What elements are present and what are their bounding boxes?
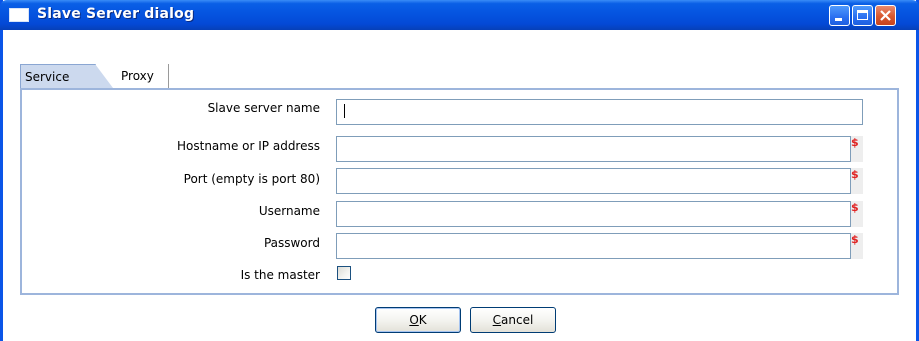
maximize-icon (857, 10, 868, 20)
port-label: Port (empty is port 80) (183, 172, 320, 186)
is-master-label: Is the master (240, 268, 320, 282)
minimize-button[interactable] (829, 5, 850, 26)
text-caret (344, 104, 345, 118)
window-icon (9, 8, 29, 22)
slave-server-name-input[interactable] (336, 99, 863, 125)
slave-server-dialog: Slave Server dialog Service Proxy Slave … (0, 0, 919, 341)
username-input[interactable] (336, 201, 851, 227)
tab-proxy-label: Proxy (121, 69, 154, 83)
tab-service-label: Service (25, 70, 70, 84)
cancel-mnemonic: C (492, 313, 502, 327)
port-input[interactable] (336, 168, 851, 194)
maximize-button[interactable] (852, 5, 873, 26)
ok-label: K (418, 313, 427, 327)
ok-button[interactable]: OK (375, 307, 461, 333)
minimize-icon (835, 18, 842, 21)
variable-icon[interactable]: $ (851, 233, 863, 259)
tab-service[interactable]: Service (20, 64, 96, 88)
hostname-input[interactable] (336, 136, 851, 162)
close-icon (880, 10, 891, 21)
slave-server-name-label: Slave server name (207, 101, 320, 115)
is-master-checkbox[interactable] (337, 266, 351, 280)
title-bar[interactable]: Slave Server dialog (0, 0, 919, 30)
cancel-button[interactable]: Cancel (470, 307, 556, 333)
ok-mnemonic: O (409, 313, 419, 327)
password-input[interactable] (336, 233, 851, 259)
variable-icon[interactable]: $ (851, 201, 863, 227)
variable-icon[interactable]: $ (851, 136, 863, 162)
cancel-label: ancel (501, 313, 534, 327)
tab-proxy[interactable]: Proxy (99, 64, 169, 88)
password-label: Password (263, 236, 320, 250)
window-title: Slave Server dialog (37, 6, 195, 22)
username-label: Username (258, 204, 320, 218)
variable-icon[interactable]: $ (851, 168, 863, 194)
hostname-label: Hostname or IP address (177, 139, 320, 153)
close-button[interactable] (875, 5, 896, 26)
